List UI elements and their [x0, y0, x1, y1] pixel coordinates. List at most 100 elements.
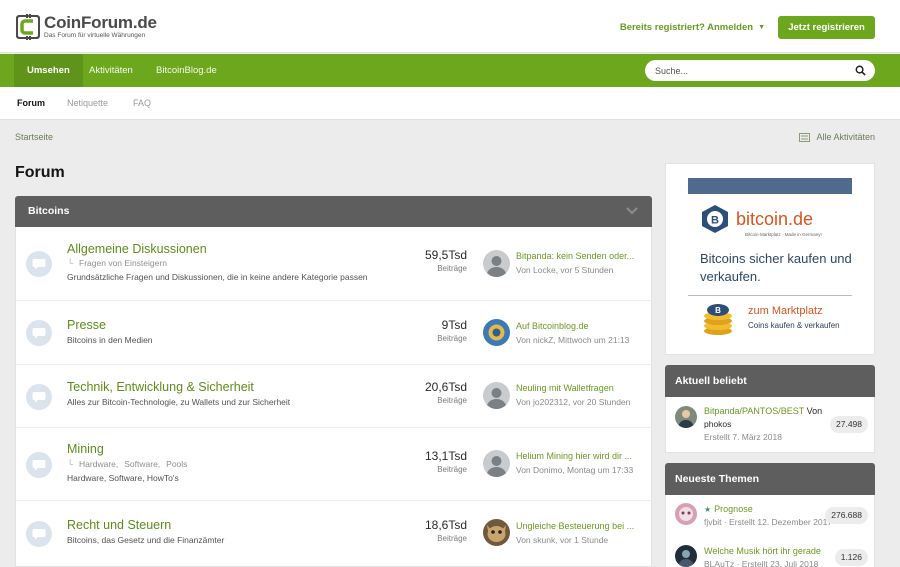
reply-count-badge: 27.498	[830, 416, 868, 433]
forum-read-icon	[26, 320, 52, 346]
forum-node-description: Alles zur Bitcoin-Technologie, zu Wallet…	[67, 397, 291, 407]
forum-node-title[interactable]: Allgemeine Diskussionen	[67, 242, 207, 256]
category-title[interactable]: Bitcoins	[28, 196, 69, 227]
subforum-link[interactable]: Software,	[124, 459, 160, 469]
subforum-list: └ Fragen von Einsteigern	[67, 258, 167, 268]
forum-node-description: Grundsätzliche Fragen und Diskussionen, …	[67, 272, 368, 282]
search-icon[interactable]	[855, 65, 866, 76]
collapse-chevron-icon[interactable]	[626, 206, 638, 216]
forum-node: Mining └ Hardware, Software, Pools Hardw…	[16, 428, 653, 501]
nav-tab-aktivitaeten[interactable]: Aktivitäten	[89, 54, 133, 87]
post-count-label: Beiträge	[437, 396, 467, 405]
popular-list: Bitpanda/PANTOS/BEST Von phokos Erstellt…	[665, 397, 875, 453]
nav-tab-bitcoinblog[interactable]: BitcoinBlog.de	[156, 54, 217, 87]
post-count: 18,6Tsd	[424, 518, 467, 532]
post-count: 13,1Tsd	[424, 449, 467, 463]
sub-nav: Forum Netiquette FAQ	[0, 87, 900, 120]
forum-read-icon	[26, 521, 52, 547]
thread-title[interactable]: ★ Prognose	[704, 504, 753, 514]
post-count-label: Beiträge	[437, 264, 467, 273]
subforum-arrow-icon: └	[67, 258, 74, 268]
ad-headline: Bitcoins sicher kaufen und verkaufen.	[700, 251, 852, 284]
subforum-link[interactable]: Pools	[166, 459, 187, 469]
list-item: Bitpanda/PANTOS/BEST Von phokos Erstellt…	[666, 397, 874, 452]
sidebar-ad[interactable]: B bitcoin.de Bitcoin-Marktplatz · Made i…	[665, 163, 875, 355]
svg-text:B: B	[711, 215, 719, 227]
last-post-meta: Von skunk, vor 1 Stunde	[516, 535, 609, 545]
post-count-label: Beiträge	[437, 334, 467, 343]
subforum-link[interactable]: Hardware,	[79, 459, 118, 469]
category-header: Bitcoins	[15, 196, 652, 227]
avatar[interactable]	[483, 382, 510, 409]
thread-by: Von	[806, 406, 823, 416]
last-post-title[interactable]: Ungleiche Besteuerung bei ...	[516, 521, 646, 531]
avatar[interactable]	[483, 319, 510, 346]
page-title: Forum	[15, 164, 65, 181]
nav-tab-umsehen[interactable]: Umsehen	[14, 54, 83, 87]
avatar[interactable]	[483, 250, 510, 277]
ad-brand-logo[interactable]: B bitcoin.de	[700, 204, 813, 234]
avatar[interactable]	[675, 503, 697, 525]
ad-top-bar	[688, 178, 852, 194]
thread-title-text: Bitpanda/PANTOS/BEST	[704, 406, 805, 416]
newest-header: Neueste Themen	[665, 463, 875, 495]
thread-title[interactable]: Bitpanda/PANTOS/BEST Von	[704, 406, 822, 416]
ad-brand-name: bitcoin.de	[736, 208, 814, 229]
forum-node-title[interactable]: Technik, Entwicklung & Sicherheit	[67, 380, 254, 394]
thread-author[interactable]: phokos	[704, 419, 731, 429]
forum-node-list: Allgemeine Diskussionen └ Fragen von Ein…	[15, 227, 653, 567]
featured-star-icon: ★	[704, 505, 712, 514]
activity-list-icon	[799, 132, 811, 142]
subforum-arrow-icon: └	[67, 459, 74, 469]
forum-node-description: Bitcoins in den Medien	[67, 335, 153, 345]
forum-node-title[interactable]: Recht und Steuern	[67, 518, 171, 532]
search-input[interactable]	[655, 60, 845, 81]
last-post-title[interactable]: Auf Bitcoinblog.de	[516, 321, 646, 331]
post-count-label: Beiträge	[437, 465, 467, 474]
register-button[interactable]: Jetzt registrieren	[778, 16, 875, 39]
logo-icon	[15, 14, 41, 40]
login-label: Bereits registriert? Anmelden	[619, 22, 754, 33]
forum-read-icon	[26, 384, 52, 410]
post-count: 59,5Tsd	[424, 248, 467, 262]
forum-node-title[interactable]: Mining	[67, 442, 104, 456]
logo-name: CoinForum.de	[44, 13, 157, 32]
forum-node-description: Bitcoins, das Gesetz und die Finanzämter	[67, 535, 225, 545]
all-activities-label: Alle Aktivitäten	[816, 132, 875, 142]
caret-down-icon: ▼	[758, 24, 765, 31]
last-post-meta: Von nickZ, Mittwoch um 21:13	[516, 335, 630, 345]
site-logo[interactable]: CoinForum.de Das Forum für virtuelle Wäh…	[15, 13, 157, 41]
avatar[interactable]	[483, 450, 510, 477]
subnav-forum[interactable]: Forum	[17, 87, 45, 120]
subnav-faq[interactable]: FAQ	[133, 87, 151, 120]
last-post-title[interactable]: Neuling mit Walletfragen	[516, 383, 646, 393]
forum-node: Allgemeine Diskussionen └ Fragen von Ein…	[16, 227, 653, 301]
breadcrumb[interactable]: Startseite	[15, 132, 53, 142]
all-activities-link[interactable]: Alle Aktivitäten	[799, 132, 875, 142]
avatar[interactable]	[483, 519, 510, 546]
forum-node-title[interactable]: Presse	[67, 318, 106, 332]
last-post-title[interactable]: Helium Mining hier wird dir ...	[516, 451, 646, 461]
subforum-link[interactable]: Fragen von Einsteigern	[79, 258, 167, 268]
svg-text:B: B	[715, 306, 721, 315]
ad-cta-link[interactable]: zum Marktplatz	[748, 305, 823, 317]
popular-title: Aktuell beliebt	[675, 375, 747, 387]
avatar[interactable]	[675, 406, 697, 428]
ad-cta-subtext: Coins kaufen & verkaufen	[748, 321, 840, 330]
forum-node: Recht und Steuern Bitcoins, das Gesetz u…	[16, 501, 653, 565]
ad-divider	[688, 295, 852, 296]
subnav-netiquette[interactable]: Netiquette	[67, 87, 108, 120]
newest-list: ★ Prognose fjvbit · Erstellt 12. Dezember…	[665, 495, 875, 567]
list-item: ★ Prognose fjvbit · Erstellt 12. Dezember…	[666, 495, 874, 535]
newest-title: Neueste Themen	[675, 473, 760, 485]
login-link[interactable]: Bereits registriert? Anmelden ▼	[620, 22, 765, 33]
avatar[interactable]	[675, 545, 697, 567]
thread-title[interactable]: Welche Musik hört ihr gerade	[704, 546, 821, 556]
last-post-meta: Von jo202312, vor 20 Stunden	[516, 397, 631, 407]
ad-tagline: Bitcoin-Marktplatz · Made in Germany!	[745, 232, 822, 237]
logo-tagline: Das Forum für virtuelle Währungen	[44, 32, 146, 39]
reply-count-badge: 276.688	[825, 507, 868, 524]
last-post-title[interactable]: Bitpanda: kein Senden oder...	[516, 251, 646, 261]
thread-meta: BLAuTz · Erstellt 23. Juli 2018	[704, 559, 819, 567]
forum-read-icon	[26, 251, 52, 277]
